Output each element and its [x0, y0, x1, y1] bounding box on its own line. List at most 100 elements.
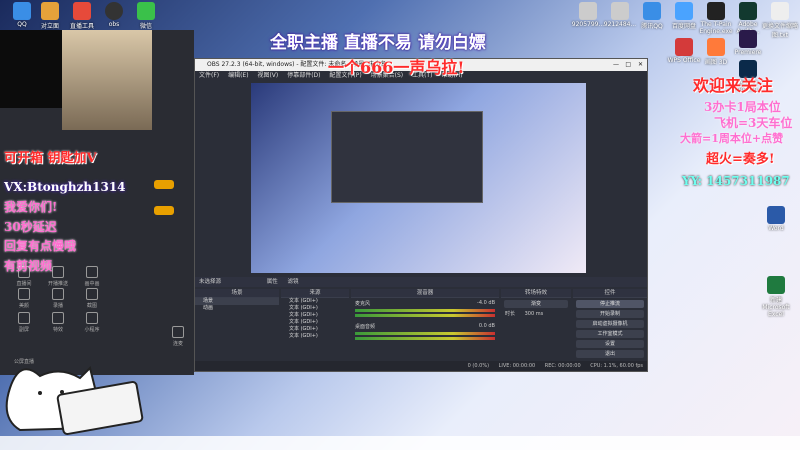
screenshot-icon — [86, 288, 98, 300]
beauty-icon — [18, 288, 30, 300]
push-icon — [52, 266, 64, 278]
webcam-preview — [62, 30, 152, 130]
premiere-icon — [739, 30, 757, 48]
obs-statusbar: 0 (0.0%) LIVE: 00:00:00 REC: 00:00:00 CP… — [195, 361, 647, 371]
mixer-panel: 混音器 麦克风 -4.0 dB 桌面音频 0.0 dB — [351, 289, 499, 359]
effects-icon — [52, 312, 64, 324]
volume-meter — [355, 309, 495, 312]
qq-icon — [13, 2, 31, 20]
maximize-icon[interactable]: □ — [625, 59, 631, 71]
mixer-channel-name: 桌面音频 — [355, 324, 376, 330]
overlay-left-line2: VX:Btonghzh1314 — [4, 180, 126, 194]
side-item[interactable]: 特效 — [44, 312, 72, 333]
mini-app-icon — [86, 312, 98, 324]
start-recording-button[interactable]: 开始录制 — [576, 310, 644, 318]
text-file-icon — [771, 2, 789, 20]
cloud-icon — [675, 2, 693, 20]
side-item[interactable]: 连麦 — [164, 326, 192, 347]
side-item[interactable]: 副屏 — [10, 312, 38, 333]
menu-view[interactable]: 视图(V) — [257, 72, 278, 79]
menu-edit[interactable]: 编辑(E) — [228, 72, 248, 79]
file-icon — [611, 2, 629, 20]
co-host-icon — [172, 326, 184, 338]
desktop-icon-txt[interactable]: 更换文件缩略图.txt — [760, 2, 800, 39]
obs-icon — [105, 2, 123, 20]
source-item[interactable]: 文本 (GDI+) — [281, 326, 349, 333]
desktop-icon-word[interactable]: Word — [756, 206, 796, 232]
source-item[interactable]: 文本 (GDI+) — [281, 312, 349, 319]
stop-streaming-button[interactable]: 停止推流 — [576, 300, 644, 308]
desktop-icon-label: QQ — [17, 21, 27, 28]
overlay-left-line4: 30秒延迟 — [4, 220, 57, 234]
overlay-right-line4: 大箭=1周本位+点赞 — [680, 132, 784, 145]
exit-button[interactable]: 退出 — [576, 350, 644, 358]
record-icon — [52, 288, 64, 300]
source-item[interactable]: 文本 (GDI+) — [281, 319, 349, 326]
second-screen-icon — [18, 312, 30, 324]
side-item[interactable]: 美颜 — [10, 288, 38, 309]
minimize-icon[interactable]: — — [613, 59, 619, 71]
mixer-channel-name: 麦克风 — [355, 301, 371, 307]
desktop-icon-label: 新建 Microsoft Excel — [762, 297, 790, 318]
desktop-icon-label: 对立面 — [40, 23, 59, 30]
duration-input[interactable]: 300 ms — [525, 311, 544, 317]
excel-icon — [767, 276, 785, 294]
desktop-icon-label: 直播工具 — [69, 23, 94, 30]
transition-select[interactable]: 渐变 — [504, 300, 568, 308]
overlay-right-line2: 3办卡1局本位 — [704, 100, 781, 114]
studio-mode-button[interactable]: 工作室模式 — [576, 330, 644, 338]
app-icon — [73, 2, 91, 20]
transitions-panel: 转场特效 渐变 时长 300 ms — [501, 289, 571, 359]
close-icon[interactable]: ✕ — [638, 59, 643, 71]
scene-item[interactable]: 动画 — [195, 305, 279, 312]
properties-button[interactable]: 属性 — [267, 279, 278, 285]
pip-icon — [86, 266, 98, 278]
transitions-header: 转场特效 — [501, 289, 571, 298]
desktop-icon-label: 百度网盘 — [671, 23, 696, 30]
wps-icon — [675, 38, 693, 56]
scenes-panel: 场景 场景 动画 — [195, 289, 279, 359]
filters-button[interactable]: 滤镜 — [288, 279, 299, 285]
app-icon — [41, 2, 59, 20]
menu-file[interactable]: 文件(F) — [199, 72, 219, 79]
side-item[interactable]: 录播 — [44, 288, 72, 309]
properties-bar: 未选择源 属性 滤镜 — [195, 277, 647, 287]
start-live-button-1[interactable] — [154, 180, 174, 189]
volume-meter — [355, 337, 495, 340]
rec-time: REC: 00:00:00 — [544, 363, 581, 369]
overlay-left-line1: 可开箱 钥匙加V — [4, 151, 97, 166]
desktop-icon-excel[interactable]: 新建 Microsoft Excel — [756, 276, 796, 318]
source-item[interactable]: 文本 (GDI+) — [281, 305, 349, 312]
source-item[interactable]: 文本 (GDI+) — [281, 298, 349, 305]
audition-icon — [739, 2, 757, 20]
overlay-right-line1: 欢迎来关注 — [693, 76, 774, 95]
side-item[interactable]: 画中画 — [78, 266, 106, 287]
desktop-icon-label: 更换文件缩略图.txt — [761, 23, 798, 39]
controls-panel: 控件 停止推流 开始录制 启动虚拟摄像机 工作室模式 设置 退出 — [573, 289, 647, 359]
start-live-button-2[interactable] — [154, 206, 174, 215]
side-item[interactable]: 截图 — [78, 288, 106, 309]
obs-preview[interactable] — [251, 83, 586, 273]
side-item[interactable]: 小程序 — [78, 312, 106, 333]
desktop-icon-wechat[interactable]: 微信 — [126, 2, 166, 30]
menu-docks[interactable]: 停靠部件(D) — [287, 72, 320, 79]
volume-meter — [355, 314, 495, 317]
duration-label: 时长 — [505, 311, 516, 317]
source-item[interactable]: 文本 (GDI+) — [281, 333, 349, 340]
cat-mascot-image — [0, 348, 150, 438]
live-time: LIVE: 00:00:00 — [498, 363, 536, 369]
overlay-right-line5: 超火=奏多! — [706, 152, 775, 167]
no-source-label: 未选择源 — [199, 279, 222, 285]
volume-meter — [355, 332, 495, 335]
overlay-right-line6: YY: 1457311987 — [682, 174, 790, 188]
virtual-camera-button[interactable]: 启动虚拟摄像机 — [576, 320, 644, 328]
mixer-header: 混音器 — [351, 289, 499, 298]
nested-preview — [331, 111, 483, 203]
settings-button[interactable]: 设置 — [576, 340, 644, 348]
obs-window: OBS 27.2.3 (64-bit, windows) - 配置文件: 未命名… — [194, 58, 648, 372]
overlay-top-line1: 全职主播 直播不易 请勿白嫖 — [270, 33, 486, 53]
scene-item[interactable]: 场景 — [195, 298, 279, 305]
desktop-icon-label: Word — [768, 225, 784, 232]
mixer-channel-db: -4.0 dB — [477, 300, 495, 306]
overlay-left-line6: 有剪视频 — [4, 259, 53, 273]
